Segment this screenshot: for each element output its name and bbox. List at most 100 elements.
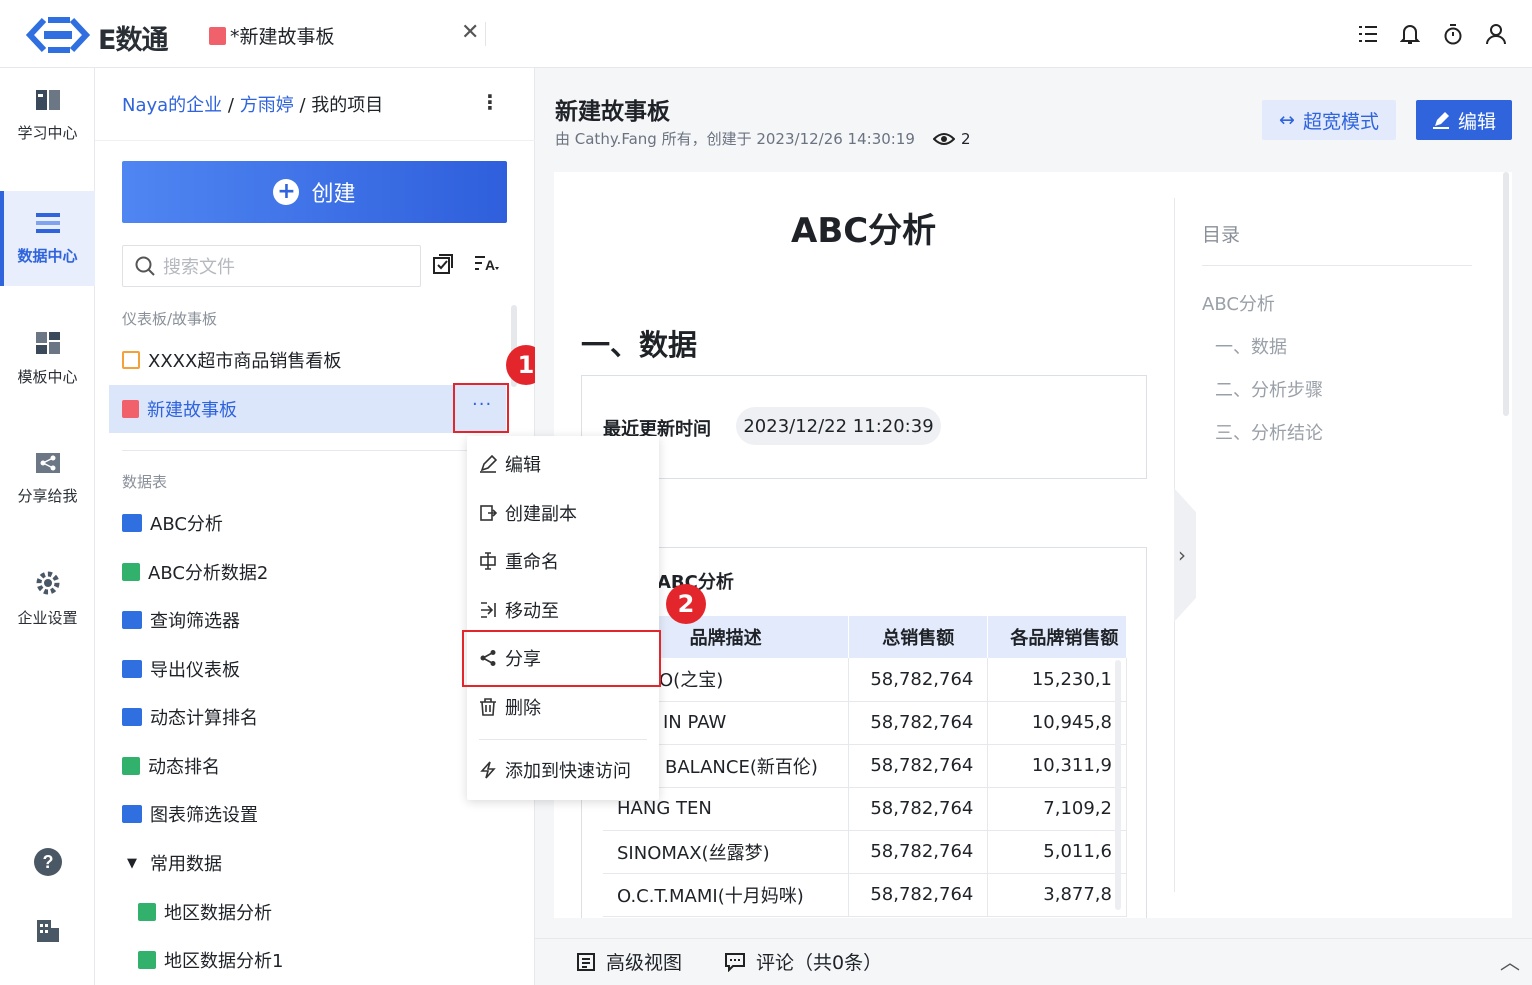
menu-item-rename[interactable]: 重命名 — [479, 541, 559, 581]
toc-item[interactable]: ABC分析 — [1202, 290, 1275, 316]
folder-item[interactable]: ▼ 常用数据 — [109, 839, 506, 887]
table-header[interactable]: 各品牌销售额 — [987, 616, 1127, 658]
menu-label: 编辑 — [505, 455, 541, 476]
bottom-bar — [535, 938, 1532, 985]
list-item[interactable]: 地区数据分析 — [125, 888, 506, 936]
list-item[interactable]: 地区数据分析1 — [125, 936, 506, 984]
breadcrumb-user[interactable]: 方雨婷 — [240, 95, 294, 116]
close-icon[interactable]: ✕ — [461, 20, 479, 45]
breadcrumb-org[interactable]: Naya的企业 — [122, 95, 222, 116]
list-item[interactable]: 动态排名 — [109, 742, 506, 790]
item-label: 动态计算排名 — [150, 708, 258, 729]
advanced-view-button[interactable]: 高级视图 — [576, 948, 682, 975]
move-icon — [481, 602, 496, 618]
more-vertical-icon[interactable]: ⋮ — [480, 90, 500, 114]
list-item[interactable]: XXXX超市商品销售看板 — [109, 336, 506, 384]
menu-label: 添加到快速访问 — [505, 761, 631, 782]
nav-label: 数据中心 — [17, 247, 78, 265]
table-scrollbar[interactable] — [1115, 660, 1121, 910]
table-cell: 58,782,764 — [848, 744, 989, 788]
edit-button[interactable]: 编辑 — [1416, 100, 1512, 140]
chart-icon — [122, 708, 142, 726]
list-item[interactable]: 动态计算排名 — [109, 693, 506, 741]
story-heading: ABC分析 — [791, 211, 937, 251]
app-logo-icon[interactable] — [25, 16, 91, 58]
nav-enterprise-settings[interactable]: 企业设置 — [0, 551, 95, 646]
help-icon[interactable]: ? — [33, 847, 63, 881]
menu-item-duplicate[interactable]: 创建副本 — [479, 493, 577, 533]
create-label: 创建 — [311, 182, 356, 207]
more-button[interactable]: ··· — [472, 394, 492, 415]
comments-label: 评论（共0条） — [756, 952, 883, 974]
views: 2 — [932, 130, 970, 148]
chart-icon — [122, 514, 142, 532]
story-icon — [122, 400, 139, 418]
divider — [1202, 265, 1472, 266]
table-cell: 3,877,8 — [987, 873, 1127, 917]
user-icon[interactable] — [1482, 20, 1510, 48]
list-item[interactable]: ABC分析数据2 — [109, 548, 506, 596]
advanced-view-label: 高级视图 — [606, 952, 683, 974]
search-input[interactable]: 搜索文件 — [122, 245, 421, 287]
item-label: 地区数据分析 — [164, 903, 272, 924]
nav-label: 分享给我 — [17, 487, 78, 505]
data-icon — [35, 213, 60, 233]
doc-owner: 由 Cathy.Fang 所有，创建于 2023/12/26 14:30:19 — [555, 130, 915, 148]
chevron-right-icon[interactable]: › — [1178, 543, 1186, 567]
breadcrumb-sep: / — [227, 95, 234, 116]
list-item[interactable]: 图表筛选设置 — [109, 790, 506, 838]
toc-item[interactable]: 三、分析结论 — [1215, 419, 1323, 445]
batch-select-icon[interactable] — [432, 253, 458, 279]
folder-label: 常用数据 — [150, 854, 222, 875]
list-item-selected[interactable]: 新建故事板 — [109, 385, 506, 433]
nav-data-center[interactable]: 数据中心 — [0, 191, 95, 286]
advanced-view-icon — [577, 952, 595, 971]
wide-mode-button[interactable]: ↔ 超宽模式 — [1262, 100, 1396, 140]
menu-item-delete[interactable]: 删除 — [479, 687, 541, 727]
timer-icon[interactable] — [1439, 20, 1467, 48]
item-label: 图表筛选设置 — [150, 805, 258, 826]
list-item[interactable]: ABC分析 — [109, 499, 506, 547]
table-cell: SINOMAX(丝露梦) — [603, 830, 850, 874]
share-highlight — [462, 630, 661, 687]
canvas-scrollbar[interactable] — [1503, 172, 1509, 416]
breadcrumb: Naya的企业 / 方雨婷 / 我的项目 — [122, 91, 383, 117]
create-button[interactable]: + 创建 — [122, 161, 507, 223]
comments-button[interactable]: 评论（共0条） — [724, 948, 882, 975]
chevron-up-icon[interactable]: ︿ — [1500, 946, 1520, 975]
table-row: IN PAW 58,782,764 10,945,8 — [603, 701, 1127, 745]
copy-icon — [480, 505, 497, 521]
toc-item[interactable]: 二、分析步骤 — [1215, 376, 1323, 402]
trash-icon — [480, 698, 496, 716]
template-icon — [35, 332, 60, 354]
nav-learning-center[interactable]: 学习中心 — [0, 68, 95, 163]
nav-label: 模板中心 — [17, 368, 78, 386]
table-icon — [122, 757, 140, 775]
toc-item[interactable]: 一、数据 — [1215, 333, 1287, 359]
menu-item-edit[interactable]: 编辑 — [479, 444, 541, 484]
menu-item-move[interactable]: 移动至 — [479, 590, 559, 630]
nav-template-center[interactable]: 模板中心 — [0, 311, 95, 406]
pen-icon — [1432, 112, 1449, 129]
list-icon[interactable] — [1354, 20, 1382, 48]
sort-icon[interactable]: A — [473, 253, 499, 279]
table-cell: 58,782,764 — [848, 830, 989, 874]
tab-story[interactable]: *新建故事板 — [209, 22, 335, 49]
menu-label: 创建副本 — [505, 504, 577, 525]
section-tables: 数据表 — [122, 473, 168, 491]
dashboard-icon — [122, 351, 140, 369]
building-icon[interactable] — [34, 917, 62, 949]
menu-item-quick-access[interactable]: 添加到快速访问 — [479, 750, 631, 790]
nav-shared-with-me[interactable]: 分享给我 — [0, 431, 95, 526]
item-label: XXXX超市商品销售看板 — [148, 351, 342, 372]
list-item[interactable]: 导出仪表板 — [109, 645, 506, 693]
menu-label: 重命名 — [505, 552, 559, 573]
table-icon — [138, 951, 156, 969]
bell-icon[interactable] — [1396, 20, 1424, 48]
item-label: 查询筛选器 — [150, 611, 240, 632]
toc-title: 目录 — [1202, 224, 1241, 246]
search-placeholder: 搜索文件 — [163, 257, 235, 278]
table-header[interactable]: 总销售额 — [848, 616, 989, 658]
list-item[interactable]: 查询筛选器 — [109, 596, 506, 644]
rename-icon — [480, 552, 496, 570]
